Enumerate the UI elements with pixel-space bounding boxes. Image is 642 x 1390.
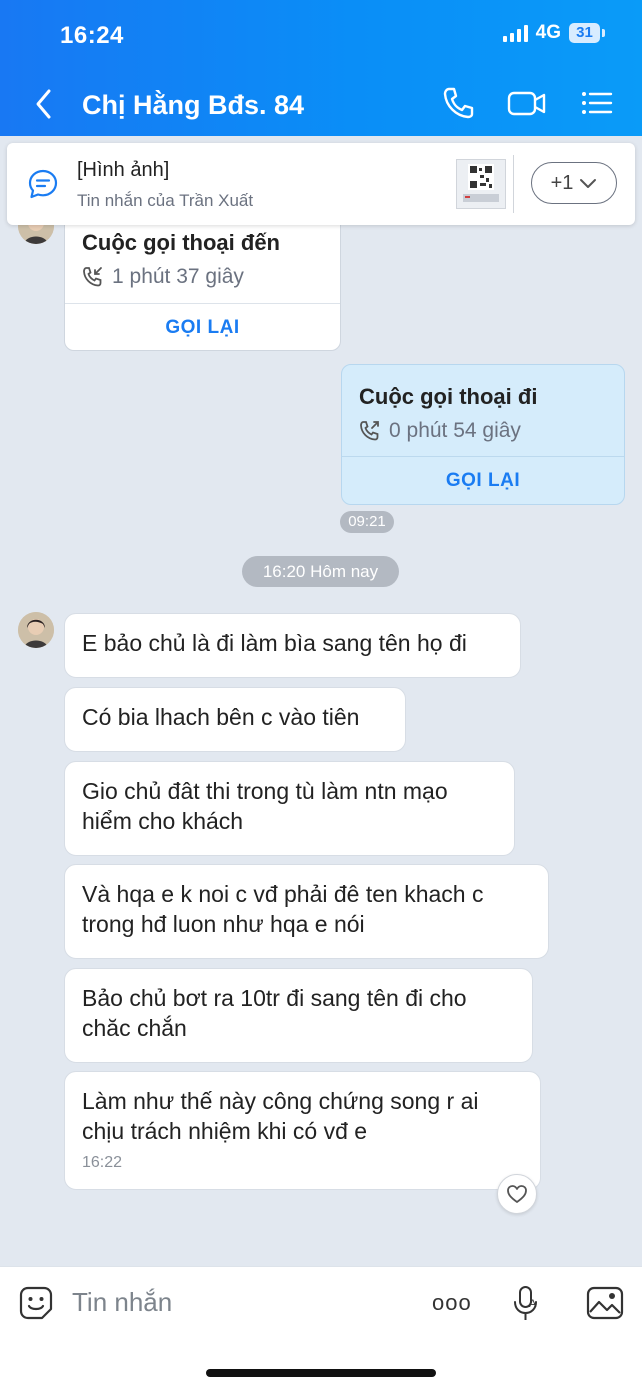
emoji-sticker-icon[interactable]: [18, 1285, 54, 1321]
network-type: 4G: [535, 22, 561, 43]
call-duration: 0 phút 54 giây: [359, 419, 521, 443]
chevron-down-icon: [580, 179, 597, 188]
menu-list-icon[interactable]: [580, 86, 614, 120]
video-call-icon[interactable]: [507, 86, 547, 120]
chat-header: 16:24 4G 31 Chị Hằng Bđs. 84: [0, 0, 642, 136]
message-text: E bảo chủ là đi làm bìa sang tên họ đi: [82, 630, 467, 656]
message-bubble[interactable]: E bảo chủ là đi làm bìa sang tên họ đi: [64, 613, 521, 678]
qr-image-thumbnail[interactable]: [456, 159, 506, 209]
incoming-call-card: Cuộc gọi thoại đến 1 phút 37 giây GỌI LẠ…: [64, 212, 341, 351]
date-separator: 16:20 Hôm nay: [242, 556, 399, 587]
message-text: Và hqa e k noi c vđ phải đê ten khach c …: [82, 881, 484, 937]
incoming-call-icon: [83, 267, 102, 287]
call-back-button[interactable]: GỌI LẠI: [65, 317, 340, 339]
contact-avatar[interactable]: [18, 612, 54, 648]
message-text: Bảo chủ bơt ra 10tr đi sang tên đi cho c…: [82, 985, 467, 1041]
status-time: 16:24: [60, 22, 124, 49]
call-title: Cuộc gọi thoại đến: [82, 230, 280, 255]
call-back-button[interactable]: GỌI LẠI: [342, 470, 624, 492]
call-title: Cuộc gọi thoại đi: [359, 384, 538, 409]
message-text: Có bia lhach bên c vào tiên: [82, 704, 360, 730]
conversation-title[interactable]: Chị Hằng Bđs. 84: [82, 90, 304, 121]
battery-icon: 31: [569, 23, 605, 43]
more-pinned-button[interactable]: +1: [531, 162, 617, 204]
message-timestamp: 16:22: [82, 1154, 123, 1171]
home-indicator: [206, 1369, 436, 1377]
message-bubble[interactable]: Gio chủ đât thi trong tù làm ntn mạo hiể…: [64, 761, 515, 856]
divider: [65, 303, 340, 304]
more-pinned-count: +1: [550, 171, 574, 194]
svg-text:A: A: [529, 1298, 537, 1310]
call-duration-text: 0 phút 54 giây: [389, 419, 521, 442]
divider: [342, 456, 624, 457]
react-heart-button[interactable]: [497, 1174, 537, 1214]
message-bubble[interactable]: Làm như thế này công chứng song r ai chị…: [64, 1071, 541, 1190]
voice-microphone-icon[interactable]: A: [511, 1285, 541, 1323]
pinned-title: [Hình ảnh]: [77, 159, 170, 181]
message-input[interactable]: Tin nhắn: [72, 1287, 172, 1318]
message-timestamp: 09:21: [340, 511, 394, 533]
message-bubble[interactable]: Có bia lhach bên c vào tiên: [64, 687, 406, 752]
pinned-subtitle: Tin nhắn của Trần Xuất: [77, 191, 254, 210]
image-gallery-icon[interactable]: [586, 1285, 624, 1321]
outgoing-call-card: Cuộc gọi thoại đi 0 phút 54 giây GỌI LẠI: [341, 364, 625, 505]
message-bubble[interactable]: Bảo chủ bơt ra 10tr đi sang tên đi cho c…: [64, 968, 533, 1063]
message-text: Làm như thế này công chứng song r ai chị…: [82, 1088, 479, 1144]
message-text: Gio chủ đât thi trong tù làm ntn mạo hiể…: [82, 778, 448, 834]
back-arrow-icon[interactable]: [32, 86, 56, 122]
call-duration-text: 1 phút 37 giây: [112, 265, 244, 288]
heart-icon: [507, 1185, 527, 1203]
call-duration: 1 phút 37 giây: [82, 265, 244, 289]
outgoing-call-icon: [360, 421, 379, 441]
message-bubble[interactable]: Và hqa e k noi c vđ phải đê ten khach c …: [64, 864, 549, 959]
divider: [513, 155, 514, 213]
pinned-message-bar[interactable]: [Hình ảnh] Tin nhắn của Trần Xuất +1: [7, 143, 635, 225]
signal-icon: [502, 24, 528, 42]
status-indicators: 4G 31: [502, 22, 605, 44]
more-options-icon[interactable]: ooo: [432, 1291, 472, 1315]
chat-bubble-icon: [28, 169, 58, 199]
phone-call-icon[interactable]: [442, 86, 474, 120]
